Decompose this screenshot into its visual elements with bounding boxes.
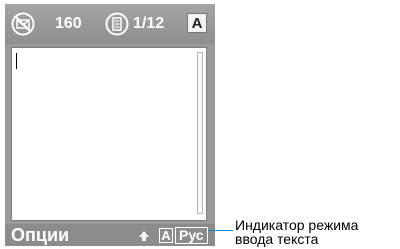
no-message-icon	[11, 12, 35, 36]
message-count: 160	[55, 15, 82, 32]
options-softkey[interactable]: Опции	[11, 225, 69, 246]
document-icon	[105, 12, 129, 36]
scrollbar[interactable]	[197, 52, 203, 214]
text-cursor	[16, 53, 17, 69]
phone-screen: 160 1/12 A Опции A Рус	[5, 4, 215, 246]
callout-label: Индикатор режима ввода текста	[235, 218, 358, 246]
up-arrow-icon	[138, 229, 150, 241]
callout-line	[213, 230, 233, 231]
softkey-bar: Опции A Рус	[5, 224, 215, 246]
mode-indicator: A	[187, 13, 207, 33]
input-mode-box: A	[159, 227, 173, 243]
callout-label-line2: ввода текста	[235, 231, 319, 247]
input-mode-language: Рус	[175, 226, 208, 244]
input-mode-indicator[interactable]: A Рус	[159, 225, 208, 245]
page-indicator: 1/12	[133, 15, 165, 32]
status-bar: 160 1/12 A	[5, 4, 215, 44]
callout-label-line1: Индикатор режима	[235, 217, 359, 233]
message-text-field[interactable]	[11, 47, 207, 221]
